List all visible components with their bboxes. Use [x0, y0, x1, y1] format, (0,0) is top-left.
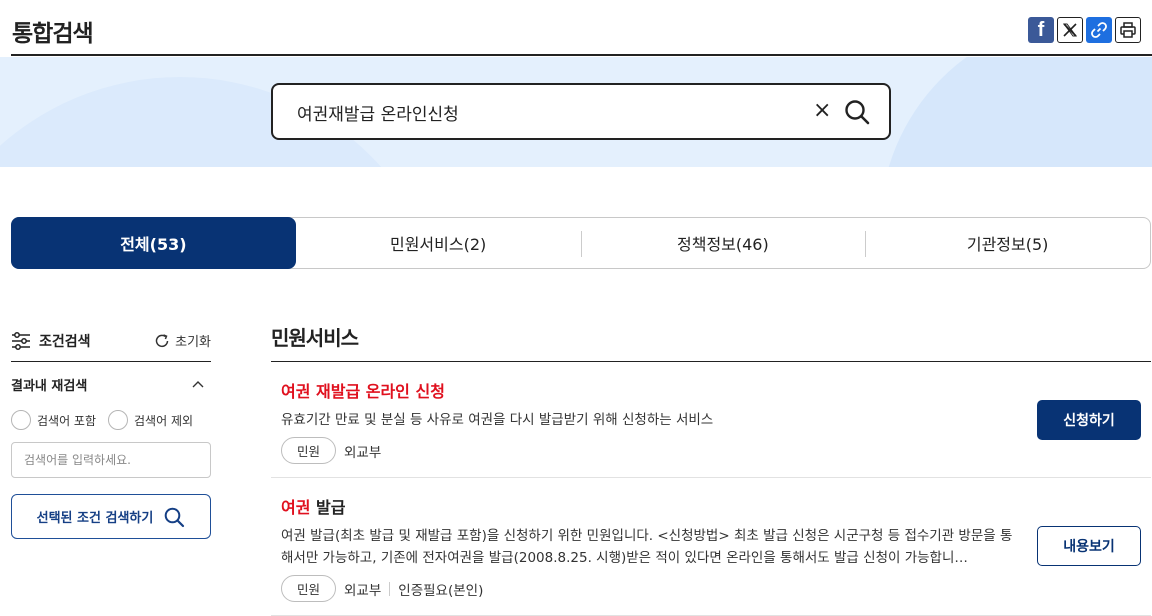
- category-tabs: 전체(53) 민원서비스(2) 정책정보(46) 기관정보(5): [11, 217, 1151, 269]
- clear-icon[interactable]: ×: [813, 98, 831, 123]
- x-icon: [1063, 23, 1077, 37]
- result-agency: 외교부: [344, 444, 382, 461]
- tab-agency-info[interactable]: 기관정보(5): [865, 218, 1150, 268]
- search-icon: [165, 507, 185, 527]
- page-title: 통합검색: [12, 21, 94, 47]
- sliders-icon: [12, 331, 30, 350]
- result-auth-requirement: 인증필요(본인): [398, 582, 484, 599]
- filter-title: 조건검색: [11, 331, 91, 351]
- apply-filter-button[interactable]: 선택된 조건 검색하기: [11, 494, 211, 539]
- tab-civil-services[interactable]: 민원서비스(2): [296, 218, 581, 268]
- result-meta: 민원 외교부: [281, 437, 1151, 464]
- filter-title-label: 조건검색: [39, 333, 91, 350]
- include-exclude-options: 검색어 포함 검색어 제외: [11, 410, 211, 430]
- apply-button[interactable]: 신청하기: [1037, 400, 1141, 440]
- research-title: 결과내 재검색: [11, 379, 88, 394]
- radio-circle[interactable]: [11, 410, 31, 430]
- search-hero: ×: [0, 57, 1152, 167]
- x-share-button[interactable]: [1057, 17, 1083, 43]
- filter-header: 조건검색 초기화: [11, 320, 211, 362]
- print-icon: [1120, 22, 1136, 38]
- category-badge: 민원: [281, 575, 337, 602]
- copy-link-button[interactable]: [1086, 17, 1112, 43]
- section-title: 민원서비스: [271, 320, 1151, 362]
- include-keyword-radio[interactable]: 검색어 포함: [11, 410, 96, 430]
- result-agency: 외교부: [344, 582, 382, 599]
- result-title-rest: 발급: [310, 498, 346, 517]
- result-title[interactable]: 여권 발급: [281, 494, 1151, 518]
- meta-divider: [389, 581, 391, 596]
- facebook-icon: f: [1037, 18, 1045, 41]
- research-keyword-input[interactable]: [11, 442, 211, 478]
- radio-label: 검색어 포함: [37, 413, 97, 428]
- result-item: 여권 재발급 온라인 신청 유효기간 만료 및 분실 등 사유로 여권을 다시 …: [271, 362, 1151, 478]
- facebook-share-button[interactable]: f: [1028, 17, 1054, 43]
- tab-all[interactable]: 전체(53): [11, 217, 296, 269]
- tab-policy-info[interactable]: 정책정보(46): [580, 218, 866, 268]
- result-item: 여권 발급 여권 발급(최초 발급 및 재발급 포함)을 신청하기 위한 민원입…: [271, 478, 1151, 616]
- result-title[interactable]: 여권 재발급 온라인 신청: [281, 378, 1151, 402]
- reset-button[interactable]: 초기화: [154, 331, 211, 350]
- hero-decoration: [880, 57, 1152, 167]
- result-title-highlight: 여권 재발급 온라인 신청: [281, 382, 445, 401]
- results-area: 민원서비스 여권 재발급 온라인 신청 유효기간 만료 및 분실 등 사유로 여…: [271, 320, 1151, 616]
- result-description: 유효기간 만료 및 분실 등 사유로 여권을 다시 발급받기 위해 신청하는 서…: [281, 412, 714, 428]
- filter-panel: 조건검색 초기화 결과내 재검색 검색어 포함 검색어 제외 선택된 조건 검색…: [11, 320, 211, 539]
- search-box: ×: [271, 83, 891, 140]
- share-toolbar: f: [1028, 17, 1141, 43]
- research-section-header[interactable]: 결과내 재검색: [11, 375, 211, 394]
- result-description: 여권 발급(최초 발급 및 재발급 포함)을 신청하기 위한 민원입니다. <신…: [281, 528, 1013, 566]
- search-input[interactable]: [297, 98, 797, 126]
- page-header: 통합검색 f: [11, 0, 1152, 56]
- search-icon[interactable]: [843, 98, 871, 126]
- print-button[interactable]: [1115, 17, 1141, 43]
- apply-filter-label: 선택된 조건 검색하기: [36, 511, 154, 526]
- result-meta: 민원 외교부 인증필요(본인): [281, 575, 1151, 602]
- result-title-highlight: 여권: [281, 498, 311, 517]
- link-icon: [1091, 22, 1107, 38]
- view-details-button[interactable]: 내용보기: [1037, 526, 1141, 566]
- exclude-keyword-radio[interactable]: 검색어 제외: [108, 410, 193, 430]
- radio-label: 검색어 제외: [134, 413, 194, 428]
- chevron-up-icon[interactable]: [191, 380, 205, 390]
- reset-label: 초기화: [175, 335, 211, 350]
- radio-circle[interactable]: [108, 410, 129, 430]
- category-badge: 민원: [281, 437, 337, 464]
- refresh-icon: [155, 333, 169, 347]
